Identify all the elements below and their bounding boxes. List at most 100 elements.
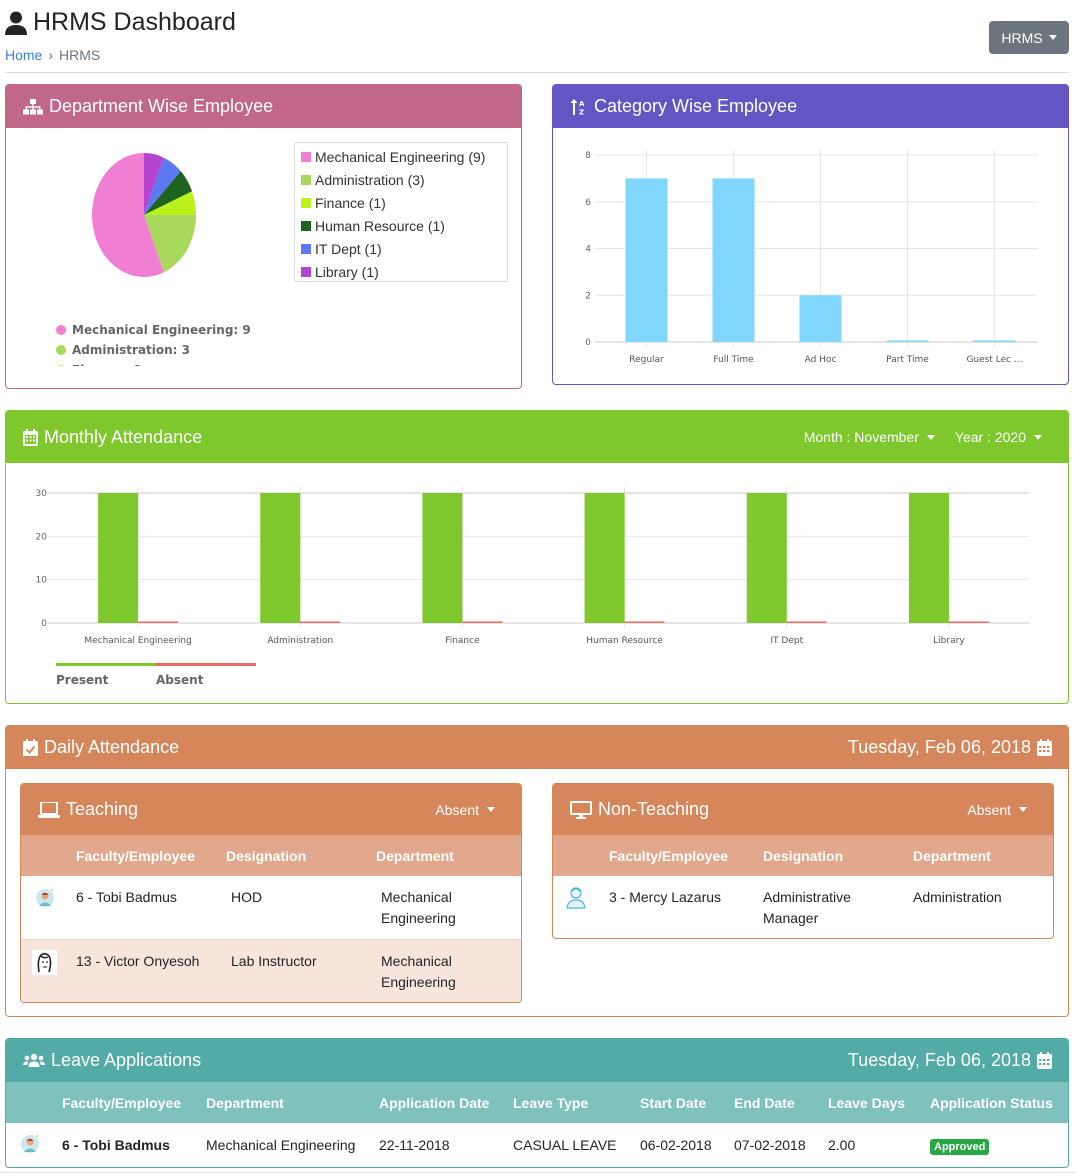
x-tick-label: Guest Lec ...: [966, 355, 1022, 365]
daily-card-header: Daily Attendance Tuesday, Feb 06, 2018: [6, 726, 1068, 769]
x-tick-label: Part Time: [886, 355, 929, 365]
bar-absent[interactable]: [138, 621, 179, 624]
bar-present[interactable]: [908, 493, 949, 623]
avatar-cartoon: [36, 889, 54, 907]
calendar-check-icon: [23, 739, 38, 756]
non-teaching-filter-dropdown[interactable]: Absent: [967, 784, 1027, 835]
breadcrumb-separator: ›: [48, 47, 54, 63]
header-divider: [5, 72, 1069, 73]
y-tick-label: 6: [585, 198, 591, 208]
table-row[interactable]: 3 - Mercy Lazarus Administrative Manager…: [553, 876, 1053, 938]
caret-down-icon: [926, 434, 935, 440]
column-header: Department: [206, 1094, 284, 1111]
y-tick-label: 8: [585, 151, 591, 161]
table-row[interactable]: 6 - Tobi Badmus HOD Mechanical Engineeri…: [21, 876, 521, 939]
pie-legend-item[interactable]: Library (1): [301, 260, 501, 283]
status-badge: Approved: [930, 1139, 990, 1155]
table-row[interactable]: 6 - Tobi Badmus Mechanical Engineering 2…: [6, 1123, 1068, 1167]
leave-type: CASUAL LEAVE: [513, 1137, 617, 1153]
end-date: 07-02-2018: [734, 1137, 806, 1153]
legend-present[interactable]: Present: [56, 663, 156, 687]
pie-legend-item[interactable]: Administration (3): [301, 168, 501, 191]
pie-list-label: Administration: 3: [72, 343, 191, 357]
legend-swatch: [301, 174, 311, 185]
category-card-header: AZ Category Wise Employee: [553, 85, 1068, 128]
bar-absent[interactable]: [300, 621, 341, 624]
column-header: Leave Type: [513, 1094, 589, 1111]
pie-legend-label: Human Resource (1): [315, 217, 445, 234]
y-tick-label: 0: [585, 338, 591, 348]
legend-absent[interactable]: Absent: [156, 663, 256, 687]
bar[interactable]: [625, 178, 668, 342]
non-teaching-filter-label: Absent: [967, 801, 1011, 818]
employee-department: Mechanical Engineering: [376, 938, 521, 1002]
bar-present[interactable]: [746, 493, 787, 623]
pie-legend-item[interactable]: Human Resource (1): [301, 214, 501, 237]
bar-absent[interactable]: [624, 621, 665, 624]
x-tick-label: IT Dept: [770, 636, 803, 646]
bar-absent[interactable]: [786, 621, 827, 624]
pie-legend-item[interactable]: Mechanical Engineering (9): [301, 145, 501, 168]
leave-date-text: Tuesday, Feb 06, 2018: [847, 1050, 1031, 1070]
column-header: Faculty/Employee: [76, 847, 196, 864]
breadcrumb: Home › HRMS: [5, 47, 100, 63]
bar-absent[interactable]: [462, 621, 503, 624]
bar-present[interactable]: [422, 493, 463, 623]
pie-list-item: Administration: 3: [56, 340, 306, 360]
non-teaching-table-header: Faculty/Employee Designation Department: [553, 835, 1053, 876]
avatar-sketch: [32, 949, 57, 975]
calendar-icon[interactable]: [1037, 739, 1052, 756]
pie-legend-item[interactable]: Finance (1): [301, 191, 501, 214]
department-card-title: Department Wise Employee: [49, 96, 274, 116]
month-dropdown[interactable]: Month : November: [804, 429, 935, 445]
table-row[interactable]: 13 - Victor Onyesoh Lab Instructor Mecha…: [21, 938, 521, 1002]
breadcrumb-home-link[interactable]: Home: [5, 47, 42, 63]
column-header: Application Status: [930, 1094, 1053, 1111]
x-tick-label: Ad Hoc: [805, 355, 837, 365]
module-dropdown-button[interactable]: HRMS: [989, 21, 1069, 54]
bar[interactable]: [886, 340, 929, 343]
leave-department: Mechanical Engineering: [206, 1137, 356, 1153]
bar-absent[interactable]: [948, 621, 989, 624]
teaching-table-header: Faculty/Employee Designation Department: [21, 835, 521, 876]
start-date: 06-02-2018: [640, 1137, 712, 1153]
legend-dot: [56, 325, 66, 335]
leave-applications-card: Leave Applications Tuesday, Feb 06, 2018…: [5, 1038, 1069, 1168]
module-dropdown-label: HRMS: [1001, 29, 1043, 46]
legend-absent-label: Absent: [156, 673, 204, 687]
sitemap-icon: [23, 98, 43, 114]
y-tick-label: 20: [36, 532, 48, 542]
leave-card-title: Leave Applications: [51, 1050, 202, 1070]
users-icon: [23, 1053, 45, 1067]
leave-table: Faculty/Employee Department Application …: [6, 1082, 1068, 1167]
teaching-filter-dropdown[interactable]: Absent: [435, 784, 495, 835]
employee-designation: HOD: [231, 889, 263, 905]
bar-present[interactable]: [260, 493, 301, 623]
pie-legend-label: Finance (1): [315, 194, 386, 211]
x-tick-label: Finance: [445, 636, 480, 646]
year-dropdown[interactable]: Year : 2020: [955, 429, 1042, 445]
employee-designation: Administrative Manager: [763, 889, 851, 926]
category-wise-employee-card: AZ Category Wise Employee 0 2 4 6 8 Regular Fu…: [552, 84, 1069, 385]
bar-present[interactable]: [98, 493, 139, 623]
bar-present[interactable]: [584, 493, 625, 623]
employee-department: Mechanical Engineering: [381, 889, 456, 926]
pie-legend-label: IT Dept (1): [315, 240, 382, 257]
teaching-table: Faculty/Employee Designation Department …: [21, 835, 521, 1002]
column-header: Department: [376, 847, 454, 864]
bar[interactable]: [799, 295, 842, 342]
pie-legend-item[interactable]: IT Dept (1): [301, 237, 501, 260]
pie-legend-label: Library (1): [315, 263, 379, 280]
calendar-icon[interactable]: [1037, 1052, 1052, 1069]
bar[interactable]: [712, 178, 755, 342]
legend-dot: [56, 345, 66, 355]
desktop-icon: [570, 800, 592, 819]
employee-name: 6 - Tobi Badmus: [76, 889, 177, 905]
teaching-panel: Teaching Absent Faculty/Employee Designa…: [20, 783, 522, 1003]
caret-down-icon: [487, 807, 495, 812]
user-icon: [5, 11, 27, 35]
bar[interactable]: [973, 340, 1016, 343]
department-card-header: Department Wise Employee: [6, 85, 521, 128]
column-header: Department: [913, 847, 991, 864]
legend-swatch: [301, 197, 311, 208]
